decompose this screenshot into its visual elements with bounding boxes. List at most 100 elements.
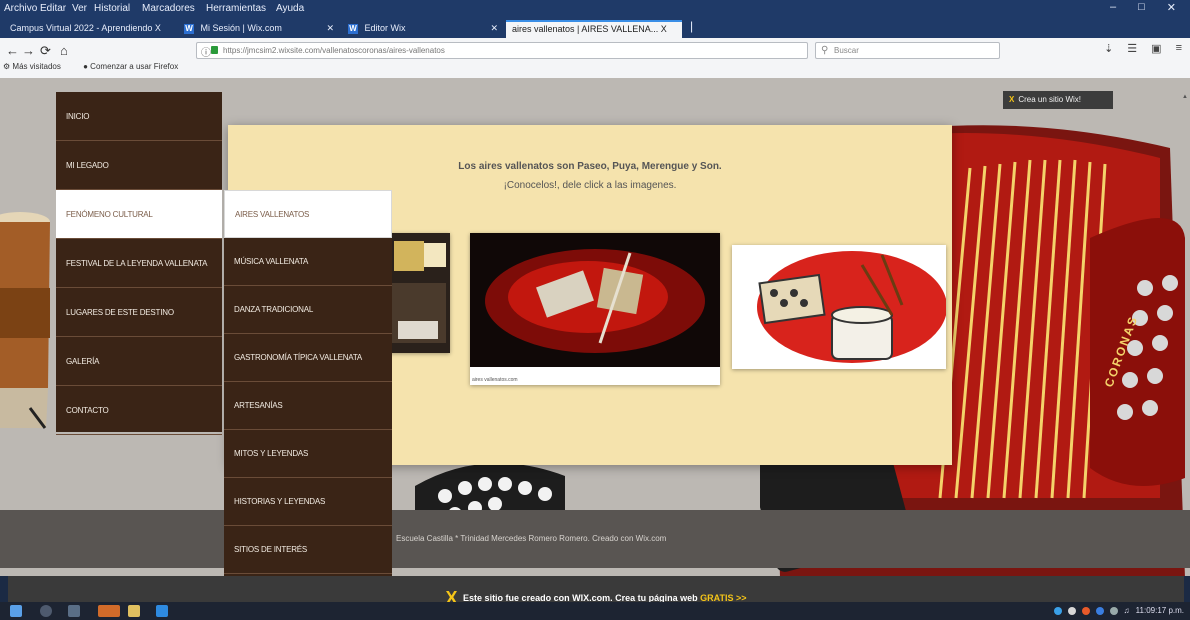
tab-close-icon[interactable]: ✕ [490, 23, 498, 34]
tray-icon[interactable] [1067, 606, 1076, 615]
forward-icon[interactable]: → [22, 43, 35, 58]
nav-item-fenomeno-cultural[interactable]: FENÓMENO CULTURAL [56, 190, 222, 239]
submenu-item-label: MITOS Y LEYENDAS [234, 449, 309, 458]
bookmark-comenzar-firefox[interactable]: ● Comenzar a usar Firefox [83, 62, 188, 71]
nav-item-lugares[interactable]: LUGARES DE ESTE DESTINO [56, 288, 222, 337]
taskbar: ♫ 11:09:17 p.m. [0, 602, 1190, 620]
library-icon[interactable]: ☰ [1127, 42, 1137, 55]
downloads-icon[interactable]: ⇣ [1104, 42, 1113, 55]
submenu-item-label: DANZA TRADICIONAL [234, 305, 314, 314]
submenu-item-artesanias[interactable]: ARTESANÍAS [224, 382, 392, 430]
address-bar[interactable]: ⓘ https://jmcsim2.wixsite.com/vallenatos… [196, 42, 808, 59]
nav-item-contacto[interactable]: CONTACTO [56, 386, 222, 435]
app-taskbar-icon[interactable] [156, 605, 168, 617]
task-view-icon[interactable] [68, 605, 80, 617]
submenu-item-label: ARTESANÍAS [234, 401, 283, 410]
tab-label: Editor Wix [364, 23, 406, 33]
gallery-image-paseo[interactable] [388, 233, 450, 353]
navigation-bar: ← → ⟳ ⌂ ⓘ https://jmcsim2.wixsite.com/va… [0, 38, 1190, 78]
nav-item-label: CONTACTO [66, 405, 109, 415]
tab-label: Mi Sesión | Wix.com [200, 23, 282, 33]
gallery-image-merengue[interactable] [732, 245, 947, 369]
minimize-icon[interactable]: – [1110, 1, 1116, 14]
tab-campus-virtual[interactable]: Campus Virtual 2022 - Aprendiendo X [4, 20, 174, 38]
submenu-item-sitios[interactable]: SITIOS DE INTERÉS [224, 526, 392, 574]
search-icon: ⚲ [821, 45, 829, 56]
menu-ayuda[interactable]: Ayuda [276, 3, 304, 14]
menu-bar: Archivo Editar Ver Historial Marcadores … [0, 0, 1190, 17]
nav-item-inicio[interactable]: INICIO [56, 92, 222, 141]
menu-marcadores[interactable]: Marcadores [142, 3, 195, 14]
scroll-up-icon[interactable]: ▲ [1182, 94, 1188, 100]
menu-herramientas[interactable]: Herramientas [206, 3, 266, 14]
search-placeholder: Buscar [834, 46, 859, 55]
bookmarks-bar: ⚙ Más visitados ● Comenzar a usar Firefo… [3, 62, 198, 71]
bookmark-label: Más visitados [12, 62, 61, 71]
image-caption: aires vallenatos.com [472, 377, 518, 383]
new-tab-icon[interactable]: | [690, 19, 693, 33]
search-taskbar-icon[interactable] [40, 605, 52, 617]
file-explorer-icon[interactable] [128, 605, 140, 617]
nav-item-label: LUGARES DE ESTE DESTINO [66, 307, 174, 317]
submenu-item-label: GASTRONOMÍA TÍPICA VALLENATA [234, 353, 363, 362]
url-text: https://jmcsim2.wixsite.com/vallenatosco… [223, 46, 445, 55]
hamburger-menu-icon[interactable]: ≡ [1176, 42, 1182, 55]
submenu-item-label: SITIOS DE INTERÉS [234, 545, 308, 554]
tab-label: Campus Virtual 2022 - Aprendiendo X [10, 23, 161, 33]
site-nav-menu: INICIO MI LEGADO FENÓMENO CULTURAL FESTI… [56, 92, 222, 435]
home-icon[interactable]: ⌂ [60, 43, 68, 58]
puya-image [470, 233, 720, 367]
info-icon[interactable]: ⓘ [201, 44, 211, 58]
network-icon[interactable] [1109, 606, 1118, 615]
nav-item-mi-legado[interactable]: MI LEGADO [56, 141, 222, 190]
nav-item-festival[interactable]: FESTIVAL DE LA LEYENDA VALLENATA [56, 239, 222, 288]
submenu-item-gastronomia[interactable]: GASTRONOMÍA TÍPICA VALLENATA [224, 334, 392, 382]
submenu-item-aires-vallenatos[interactable]: AIRES VALLENATOS [224, 190, 392, 238]
search-input[interactable]: ⚲ Buscar [815, 42, 1000, 59]
nav-item-galeria[interactable]: GALERÍA [56, 337, 222, 386]
tray-icon[interactable] [1053, 606, 1062, 615]
start-icon[interactable] [10, 605, 22, 617]
tab-mi-sesion[interactable]: W Mi Sesión | Wix.com ✕ [178, 20, 338, 38]
bookmark-label: Comenzar a usar Firefox [90, 62, 179, 71]
reload-icon[interactable]: ⟳ [40, 43, 51, 59]
paseo-image [388, 233, 450, 353]
maximize-icon[interactable]: □ [1138, 1, 1145, 14]
clock[interactable]: 11:09:17 p.m. [1136, 606, 1184, 615]
gallery-image-puya[interactable]: aires vallenatos.com [470, 233, 720, 385]
submenu-item-historias[interactable]: HISTORIAS Y LEYENDAS [224, 478, 392, 526]
footer-credits: Escuela Castilla * Trinidad Mercedes Rom… [396, 534, 667, 543]
tab-close-icon[interactable]: ✕ [326, 23, 334, 34]
site-footer: Escuela Castilla * Trinidad Mercedes Rom… [0, 510, 1190, 568]
drum-illustration [0, 212, 50, 429]
menu-ver[interactable]: Ver [72, 3, 87, 14]
wix-badge-label: Crea un sitio Wix! [1018, 95, 1082, 104]
menu-historial[interactable]: Historial [94, 3, 130, 14]
submenu-item-label: AIRES VALLENATOS [235, 209, 310, 219]
nav-item-label: INICIO [66, 111, 90, 121]
web-page: CORONAS Escuela Castilla * Trinidad Merc… [0, 78, 1190, 576]
site-submenu: AIRES VALLENATOS MÚSICA VALLENATA DANZA … [224, 190, 392, 576]
firefox-taskbar-icon[interactable] [98, 605, 120, 617]
submenu-item-musica[interactable]: MÚSICA VALLENATA [224, 238, 392, 286]
tab-aires-vallenatos[interactable]: aires vallenatos | AIRES VALLENA... X [506, 20, 682, 38]
volume-icon[interactable]: ♫ [1124, 606, 1130, 615]
sidebar-icon[interactable]: ▣ [1151, 42, 1161, 55]
content-headline: Los aires vallenatos son Paseo, Puya, Me… [458, 161, 722, 172]
wix-banner[interactable]: X Este sitio fue creado con WIX.com. Cre… [8, 576, 1184, 608]
menu-editar[interactable]: Editar [40, 3, 66, 14]
merengue-image [732, 245, 947, 369]
wix-create-site-badge[interactable]: X Crea un sitio Wix! [1003, 91, 1113, 109]
submenu-item-danza[interactable]: DANZA TRADICIONAL [224, 286, 392, 334]
tab-editor-wix[interactable]: W Editor Wix ✕ [342, 20, 502, 38]
close-icon[interactable]: ✕ [1167, 1, 1176, 14]
toolbar-icons: ⇣ ☰ ▣ ≡ [1104, 42, 1182, 55]
tray-icon[interactable] [1095, 606, 1104, 615]
submenu-item-label: MÚSICA VALLENATA [234, 257, 309, 266]
tab-label: aires vallenatos | AIRES VALLENA... X [512, 24, 667, 34]
back-icon[interactable]: ← [6, 43, 19, 58]
bookmark-mas-visitados[interactable]: ⚙ Más visitados [3, 62, 71, 71]
tray-icon[interactable] [1081, 606, 1090, 615]
menu-archivo[interactable]: Archivo [4, 3, 37, 14]
submenu-item-mitos[interactable]: MITOS Y LEYENDAS [224, 430, 392, 478]
